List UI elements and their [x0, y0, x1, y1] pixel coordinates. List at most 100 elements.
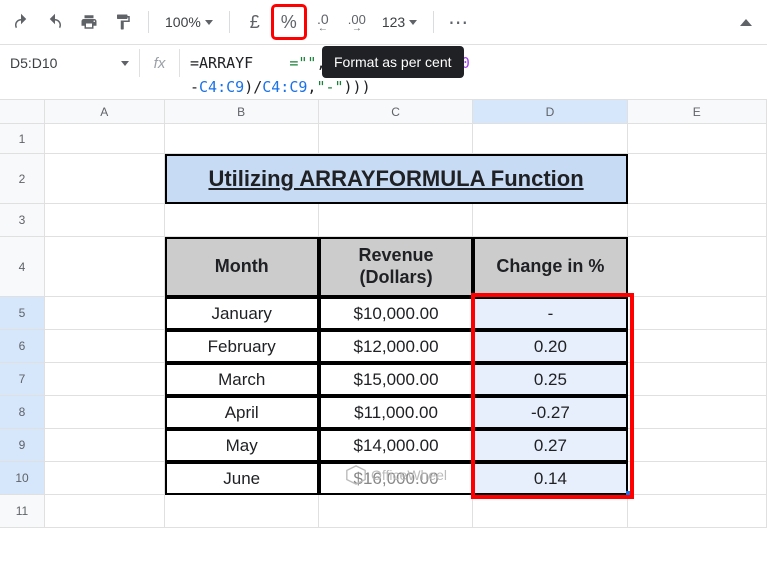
cell-d1[interactable] [473, 124, 627, 154]
cell-c1[interactable] [319, 124, 473, 154]
toolbar: 100% £ % .0 ← .00 → 123 ⋯ [0, 0, 767, 44]
format-currency-button[interactable]: £ [240, 7, 270, 37]
chevron-up-icon [740, 19, 752, 26]
rowhead-2[interactable]: 2 [0, 154, 44, 204]
spreadsheet-grid[interactable]: A B C D E 1 2 3 4 5 6 7 8 9 10 11 Utiliz… [0, 100, 767, 562]
colhead-c[interactable]: C [319, 100, 473, 123]
rowhead-3[interactable]: 3 [0, 204, 44, 237]
rowhead-6[interactable]: 6 [0, 330, 44, 363]
rowhead-10[interactable]: 10 [0, 462, 44, 495]
cell-d11[interactable] [473, 495, 627, 528]
zoom-dropdown[interactable]: 100% [159, 14, 219, 30]
cell-b10[interactable]: June [165, 462, 319, 495]
format-percent-button[interactable]: % [274, 7, 304, 37]
collapse-button[interactable] [731, 7, 761, 37]
separator [148, 11, 149, 33]
cell-c8[interactable]: $11,000.00 [319, 396, 473, 429]
cell-b8[interactable]: April [165, 396, 319, 429]
rowhead-11[interactable]: 11 [0, 495, 44, 528]
cell-a9[interactable] [45, 429, 165, 462]
cell-b5[interactable]: January [165, 297, 319, 330]
header-change[interactable]: Change in % [473, 237, 627, 297]
cells-area: Utilizing ARRAYFORMULA Function Month Re… [45, 124, 767, 528]
cell-c7[interactable]: $15,000.00 [319, 363, 473, 396]
colhead-a[interactable]: A [45, 100, 165, 123]
header-revenue[interactable]: Revenue (Dollars) [319, 237, 473, 297]
cell-e4[interactable] [628, 237, 767, 297]
cell-a7[interactable] [45, 363, 165, 396]
row-headers: 1 2 3 4 5 6 7 8 9 10 11 [0, 124, 45, 528]
cell-e10[interactable] [628, 462, 767, 495]
rowhead-7[interactable]: 7 [0, 363, 44, 396]
cell-d7[interactable]: 0.25 [473, 363, 627, 396]
cell-e2[interactable] [628, 154, 767, 204]
zoom-value: 100% [165, 14, 201, 30]
cell-d8[interactable]: -0.27 [473, 396, 627, 429]
cell-e6[interactable] [628, 330, 767, 363]
cell-b9[interactable]: May [165, 429, 319, 462]
paint-format-button[interactable] [108, 7, 138, 37]
redo-button[interactable] [40, 7, 70, 37]
cell-d3[interactable] [473, 204, 627, 237]
fx-icon: fx [140, 49, 180, 77]
cell-d9[interactable]: 0.27 [473, 429, 627, 462]
cell-e9[interactable] [628, 429, 767, 462]
print-button[interactable] [74, 7, 104, 37]
select-all-corner[interactable] [0, 100, 45, 124]
rowhead-1[interactable]: 1 [0, 124, 44, 154]
cell-d10[interactable]: 0.14 [473, 462, 627, 495]
cell-c9[interactable]: $14,000.00 [319, 429, 473, 462]
chevron-down-icon [121, 61, 129, 66]
cell-c11[interactable] [319, 495, 473, 528]
rowhead-8[interactable]: 8 [0, 396, 44, 429]
formula-input[interactable]: =ARRAYF 10)="",,IFERROR((C5:C10 -C4:C9)/… [180, 45, 767, 105]
colhead-b[interactable]: B [165, 100, 319, 123]
increase-decimal-button[interactable]: .00 → [342, 7, 372, 37]
cell-a10[interactable] [45, 462, 165, 495]
cell-c5[interactable]: $10,000.00 [319, 297, 473, 330]
cell-e7[interactable] [628, 363, 767, 396]
header-month[interactable]: Month [165, 237, 319, 297]
cell-b1[interactable] [165, 124, 319, 154]
cell-a1[interactable] [45, 124, 165, 154]
undo-button[interactable] [6, 7, 36, 37]
separator [433, 11, 434, 33]
cell-d5[interactable]: - [473, 297, 627, 330]
cell-e1[interactable] [628, 124, 767, 154]
cell-a4[interactable] [45, 237, 165, 297]
more-button[interactable]: ⋯ [444, 7, 474, 37]
cell-b7[interactable]: March [165, 363, 319, 396]
selection-handle[interactable] [626, 491, 634, 499]
cell-e5[interactable] [628, 297, 767, 330]
chevron-down-icon [205, 20, 213, 25]
cell-e3[interactable] [628, 204, 767, 237]
cell-c3[interactable] [319, 204, 473, 237]
cell-a11[interactable] [45, 495, 165, 528]
name-box[interactable]: D5:D10 [0, 49, 140, 77]
decrease-decimal-button[interactable]: .0 ← [308, 7, 338, 37]
cell-a6[interactable] [45, 330, 165, 363]
tooltip: Format as per cent [322, 46, 464, 78]
cell-d6[interactable]: 0.20 [473, 330, 627, 363]
cell-c6[interactable]: $12,000.00 [319, 330, 473, 363]
title-cell[interactable]: Utilizing ARRAYFORMULA Function [165, 154, 628, 204]
cell-e8[interactable] [628, 396, 767, 429]
more-formats-dropdown[interactable]: 123 [376, 14, 423, 30]
cell-b3[interactable] [165, 204, 319, 237]
colhead-e[interactable]: E [628, 100, 767, 123]
colhead-d[interactable]: D [473, 100, 627, 123]
column-headers: A B C D E [45, 100, 767, 124]
cell-e11[interactable] [628, 495, 767, 528]
cell-b6[interactable]: February [165, 330, 319, 363]
cell-a2[interactable] [45, 154, 165, 204]
rowhead-5[interactable]: 5 [0, 297, 44, 330]
rowhead-4[interactable]: 4 [0, 237, 44, 297]
chevron-down-icon [409, 20, 417, 25]
cell-a3[interactable] [45, 204, 165, 237]
cell-a5[interactable] [45, 297, 165, 330]
cell-c10[interactable]: $16,000.00 [319, 462, 473, 495]
separator [229, 11, 230, 33]
rowhead-9[interactable]: 9 [0, 429, 44, 462]
cell-b11[interactable] [165, 495, 319, 528]
cell-a8[interactable] [45, 396, 165, 429]
